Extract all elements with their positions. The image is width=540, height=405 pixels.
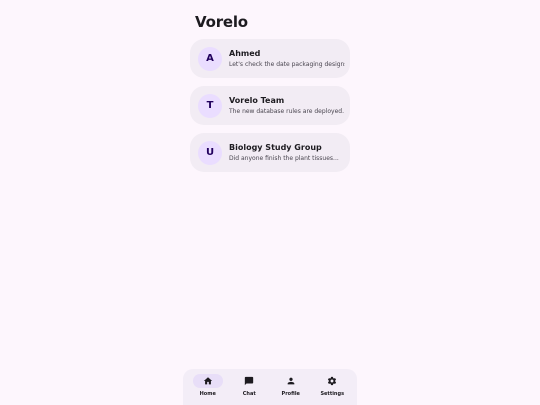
nav-indicator: [276, 374, 306, 388]
nav-item-profile[interactable]: Profile: [271, 374, 311, 397]
nav-label-chat: Chat: [242, 391, 256, 397]
nav-item-home[interactable]: Home: [188, 374, 228, 397]
avatar: A: [198, 46, 222, 71]
chat-name: Ahmed: [229, 49, 261, 58]
chat-preview: Did anyone finish the plant tissues...: [229, 155, 339, 162]
nav-label-settings: Settings: [320, 391, 345, 397]
chat-icon: [245, 376, 254, 386]
chat-text: Biology Study Group Did anyone finish th…: [229, 143, 345, 162]
bottom-navigation: Home Chat Profile Settings: [183, 369, 357, 405]
person-icon: [287, 377, 295, 385]
chat-item[interactable]: A Ahmed Let's check the date packaging d…: [190, 39, 350, 78]
chat-text: Ahmed Let's check the date packaging des…: [229, 49, 345, 68]
avatar: T: [198, 93, 222, 118]
nav-label-profile: Profile: [281, 391, 300, 397]
nav-label-home: Home: [199, 391, 216, 397]
nav-indicator: [234, 374, 264, 388]
chat-preview: Let's check the date packaging designs..…: [229, 61, 345, 68]
nav-item-settings[interactable]: Settings: [312, 374, 352, 397]
chat-preview: The new database rules are deployed.: [229, 108, 344, 115]
avatar: U: [198, 140, 222, 165]
app-screen: Vorelo A Ahmed Let's check the date pack…: [0, 0, 540, 405]
page-title: Vorelo: [195, 13, 248, 31]
nav-item-chat[interactable]: Chat: [229, 374, 269, 397]
home-icon: [203, 377, 212, 385]
chat-text: Vorelo Team The new database rules are d…: [229, 96, 345, 115]
chat-item[interactable]: T Vorelo Team The new database rules are…: [190, 86, 350, 125]
chat-name: Vorelo Team: [229, 96, 285, 105]
gear-icon: [328, 376, 337, 386]
chat-item[interactable]: U Biology Study Group Did anyone finish …: [190, 133, 350, 172]
chat-list: A Ahmed Let's check the date packaging d…: [190, 39, 350, 180]
nav-indicator: [317, 374, 347, 388]
chat-name: Biology Study Group: [229, 143, 322, 152]
nav-indicator: [192, 374, 223, 388]
